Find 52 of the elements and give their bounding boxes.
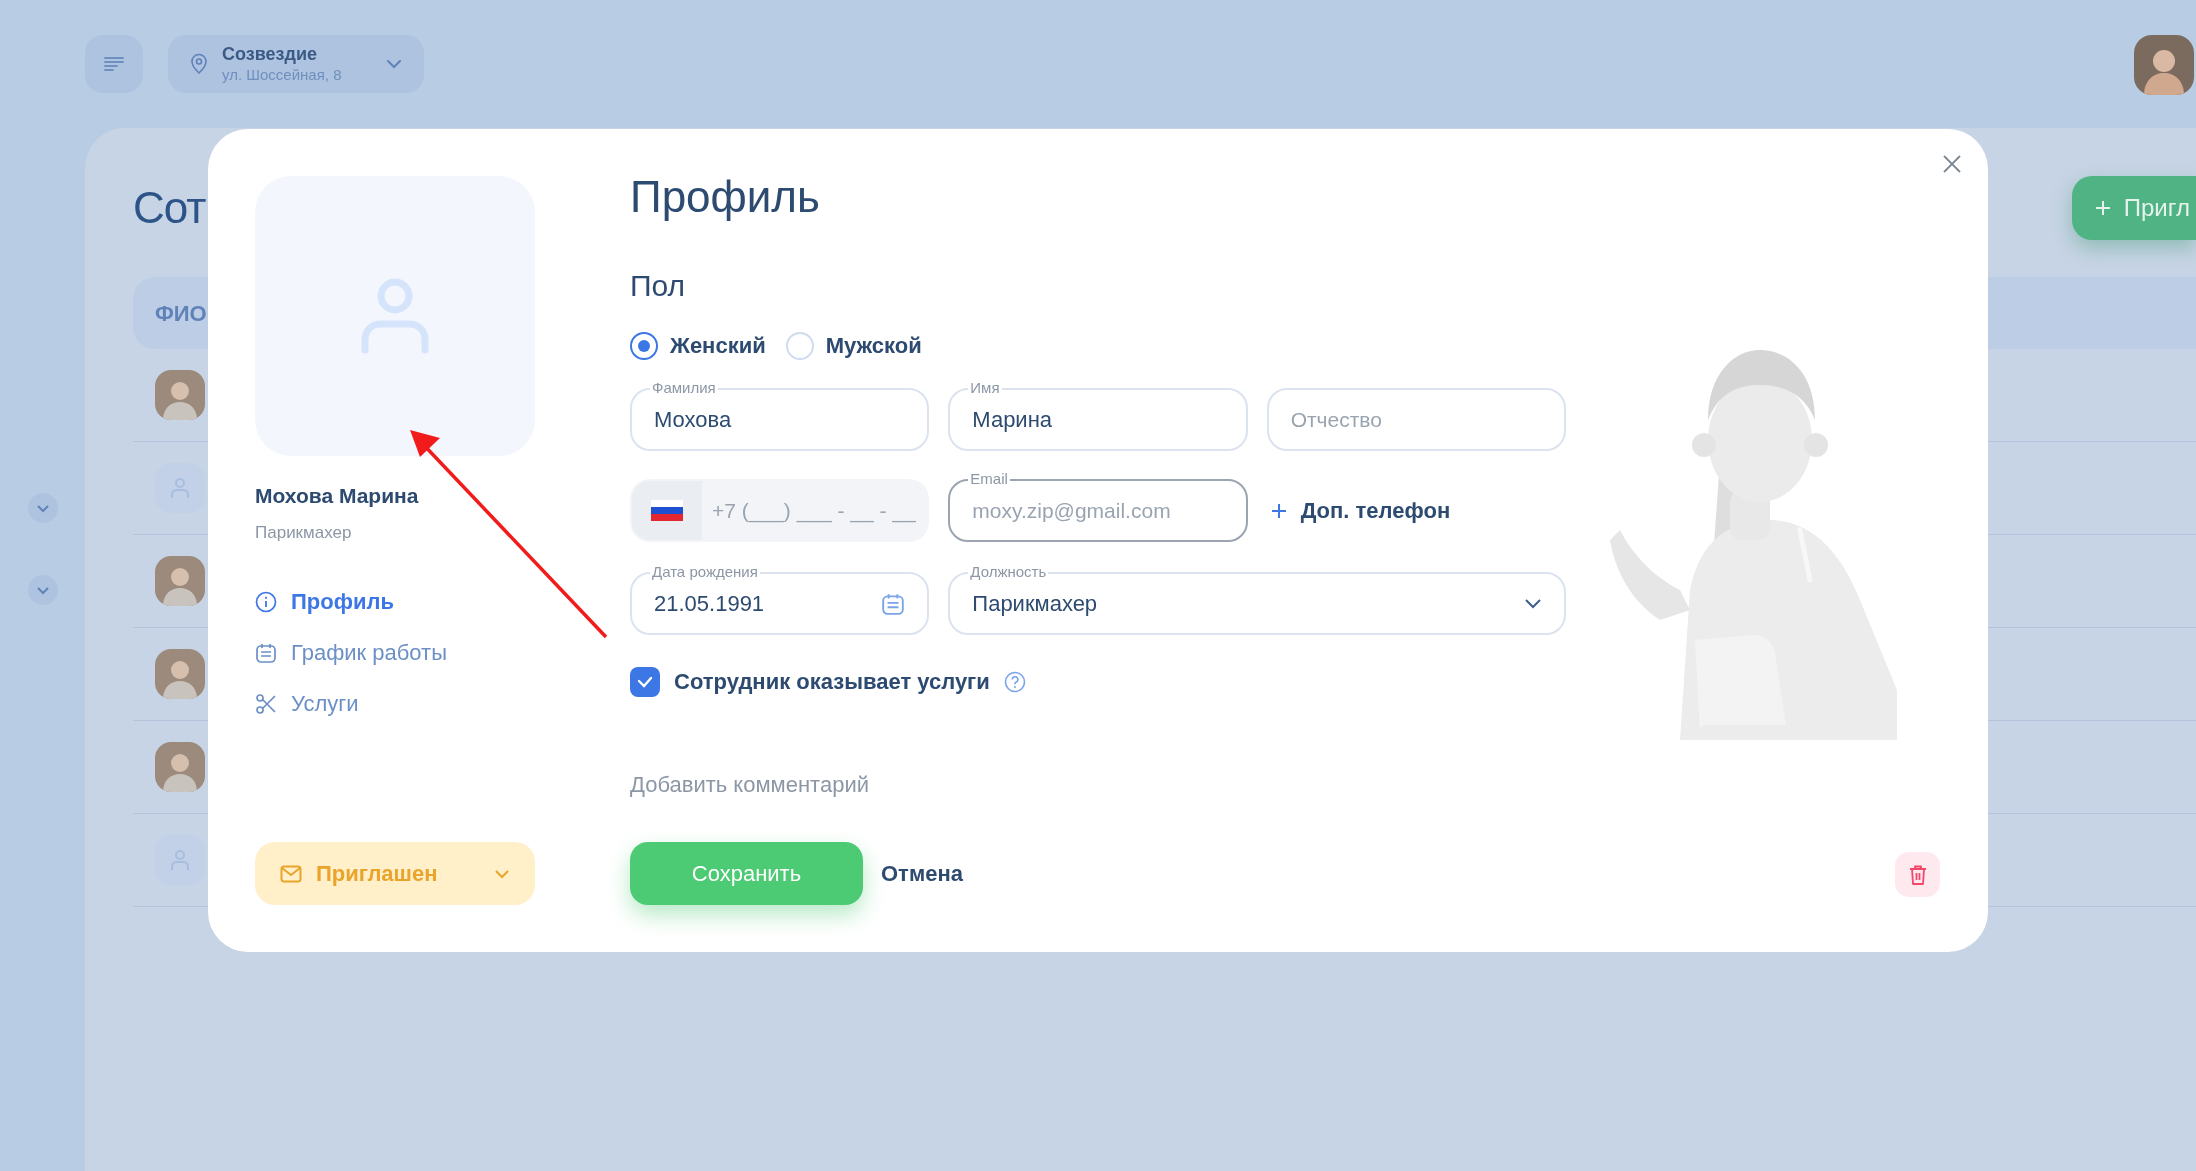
radio-label: Мужской (825, 332, 922, 360)
column-header: ФИО (155, 299, 207, 328)
chevron-down-icon (494, 868, 510, 879)
input-field[interactable]: Отчество (1266, 388, 1566, 451)
invite-button[interactable]: Пригл (2071, 176, 2196, 240)
delete-button[interactable] (1895, 852, 1940, 897)
checkbox-label: Сотрудник оказывает услуги (674, 668, 990, 696)
chevron-down-icon (1524, 598, 1542, 609)
help-icon[interactable] (1003, 670, 1026, 693)
calendar-icon (255, 641, 277, 664)
close-icon[interactable] (1942, 154, 1962, 174)
location-address: ул. Шоссейная, 8 (222, 65, 342, 85)
save-button[interactable]: Сохранить (630, 842, 863, 905)
location-pin-icon (190, 53, 208, 75)
info-icon (255, 590, 277, 613)
nav-item[interactable]: График работы (255, 636, 630, 669)
trash-icon (1908, 863, 1927, 886)
menu-icon (103, 56, 125, 72)
phone-field[interactable]: +7 (___) ___ - __ - __ (630, 479, 930, 542)
flag-icon (651, 500, 683, 521)
status-dropdown[interactable]: Приглашен (255, 842, 535, 905)
person-icon (360, 278, 430, 354)
scissors-icon (255, 692, 277, 715)
calendar-icon[interactable] (881, 591, 906, 616)
expand-button[interactable] (27, 575, 58, 605)
chevron-down-icon (386, 59, 402, 69)
employee-name: Мохова Марина (255, 483, 420, 509)
user-avatar[interactable] (2134, 35, 2194, 95)
plus-icon (2093, 199, 2112, 217)
nav-item[interactable]: Профиль (255, 585, 630, 618)
checkbox[interactable] (630, 666, 660, 697)
location-name: Созвездие (222, 43, 318, 66)
menu-button[interactable] (85, 35, 143, 93)
employee-role: Парикмахер (255, 521, 353, 544)
chevron-down-icon (35, 503, 50, 513)
section-title: Пол (630, 271, 687, 301)
check-icon (637, 675, 653, 688)
radio-label: Женский (670, 332, 766, 360)
add-comment-link[interactable]: Добавить комментарий (630, 768, 869, 801)
envelope-icon (280, 864, 302, 883)
chevron-down-icon (35, 585, 50, 595)
plus-icon (1270, 502, 1287, 519)
person-icon (170, 849, 190, 871)
expand-button[interactable] (27, 493, 58, 523)
page-title: Сот (133, 182, 206, 234)
nav-item[interactable]: Услуги (255, 687, 630, 720)
cancel-button[interactable]: Отмена (881, 857, 963, 890)
form-title: Профиль (630, 175, 821, 219)
add-phone-button[interactable]: Доп. телефон (1266, 479, 1566, 542)
location-selector[interactable]: Созвездие ул. Шоссейная, 8 (168, 35, 424, 93)
radio-button[interactable] (630, 331, 658, 360)
person-icon (170, 477, 190, 499)
